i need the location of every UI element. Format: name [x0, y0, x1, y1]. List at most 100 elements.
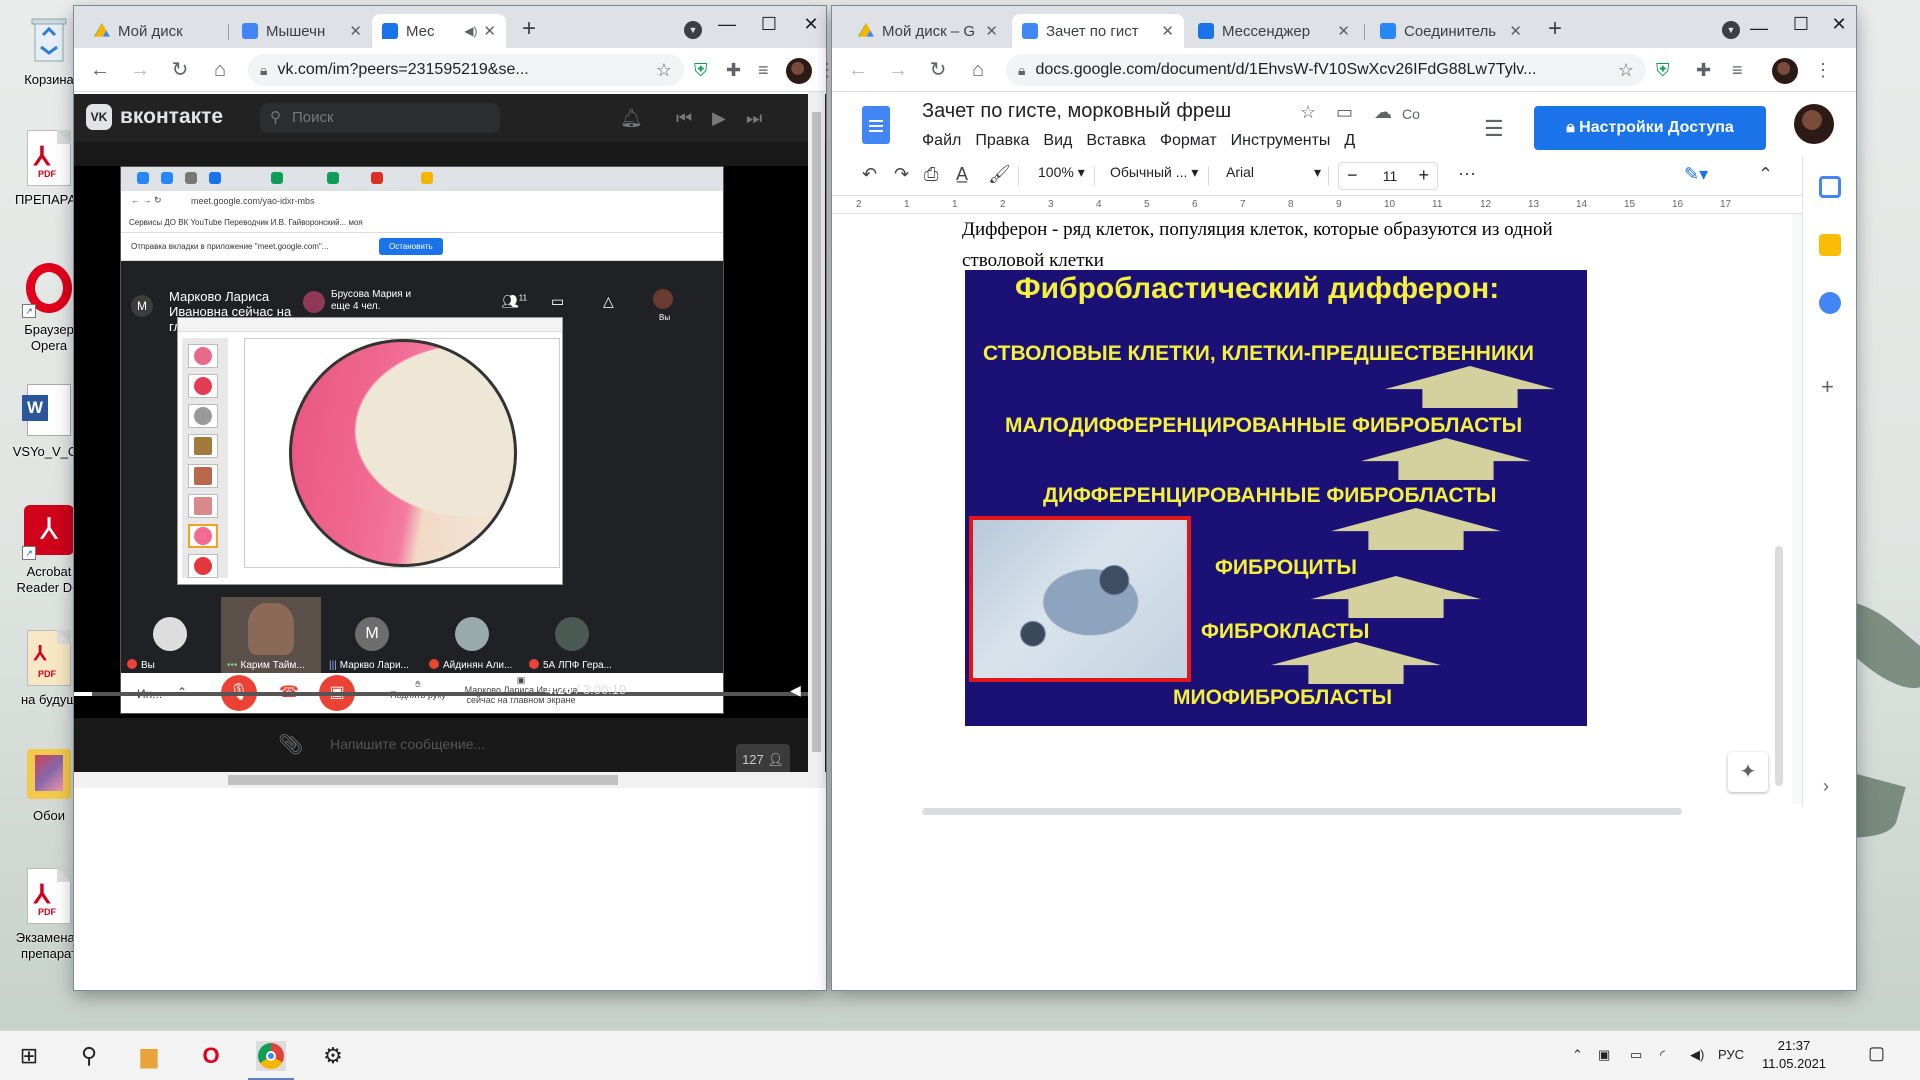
reload-icon[interactable]: ↻ — [926, 58, 950, 82]
search-icon[interactable]: ⚲ — [74, 1041, 104, 1071]
file-explorer-icon[interactable]: ▆ — [134, 1041, 164, 1071]
undo-icon[interactable]: ↶ — [862, 164, 877, 185]
tab-my-drive[interactable]: Мой диск – G ✕ — [848, 14, 1008, 48]
style-select[interactable]: Обычный ... ▾ — [1110, 164, 1198, 181]
document-title[interactable]: Зачет по гисте, морковный фреш — [922, 100, 1231, 123]
close-icon[interactable]: ✕ — [985, 22, 998, 40]
close-icon[interactable]: ✕ — [349, 22, 362, 40]
document-horizontal-scrollbar[interactable] — [922, 806, 1682, 816]
extensions-icon[interactable]: ✚ — [1696, 60, 1711, 81]
menu-insert[interactable]: Вставка — [1086, 132, 1145, 150]
media-control-icon[interactable]: ≡ — [758, 60, 769, 81]
settings-gear-icon[interactable]: ⚙ — [318, 1041, 348, 1071]
close-icon[interactable]: ✕ — [483, 22, 496, 40]
notifications-bell-icon[interactable]: 🔔︎ — [620, 108, 643, 129]
forward-icon[interactable]: → — [128, 58, 152, 82]
close-window-icon[interactable]: ✕ — [788, 14, 834, 35]
tab-connective-tissue[interactable]: Соединитель ✕ — [1370, 14, 1532, 48]
share-button[interactable]: 🔒︎ Настройки Доступа — [1534, 106, 1766, 150]
close-window-icon[interactable]: ✕ — [1816, 14, 1862, 35]
adblock-shield-icon[interactable]: ⛨ — [694, 60, 708, 81]
tray-chevron-up-icon[interactable]: ⌃ — [1572, 1047, 1583, 1063]
document-vertical-scrollbar[interactable] — [1772, 246, 1784, 786]
horizontal-scrollbar[interactable] — [74, 772, 826, 788]
notifications-icon[interactable]: ▢ — [1868, 1043, 1885, 1064]
chrome-icon[interactable] — [248, 1041, 294, 1080]
profile-avatar[interactable] — [1772, 58, 1798, 84]
close-icon[interactable]: ✕ — [1509, 22, 1522, 40]
collapse-toolbar-icon[interactable]: ⌃ — [1758, 164, 1773, 185]
decrease-font-icon[interactable]: − — [1347, 165, 1358, 186]
speaker-icon[interactable]: ◀) — [464, 24, 477, 38]
address-bar[interactable]: 🔒︎ docs.google.com/document/d/1EhvsW-fV1… — [1006, 54, 1646, 86]
video-player[interactable]: ← → ↻ meet.google.com/yao-idxr-mbs Серви… — [74, 166, 808, 718]
print-icon[interactable]: ⎙ — [924, 164, 938, 185]
star-icon[interactable]: ☆ — [1300, 102, 1316, 123]
video-progress-bar[interactable] — [74, 692, 808, 696]
vk-search-input[interactable]: ⚲ Поиск — [260, 103, 500, 133]
message-input[interactable]: Напишите сообщение... — [330, 736, 485, 752]
account-avatar[interactable] — [1794, 104, 1834, 144]
font-size-stepper[interactable]: − 11 + — [1338, 162, 1438, 190]
menu-view[interactable]: Вид — [1043, 132, 1072, 150]
tab-my-drive[interactable]: Мой диск — [84, 14, 224, 48]
tasks-icon[interactable] — [1819, 292, 1841, 314]
tab-zachet-doc[interactable]: Зачет по гист ✕ — [1012, 14, 1184, 48]
tab-messenger[interactable]: Мес ◀) ✕ — [372, 14, 506, 48]
volume-icon[interactable]: ◀ — [790, 682, 801, 699]
calendar-icon[interactable] — [1819, 176, 1841, 198]
menu-format[interactable]: Формат — [1160, 132, 1217, 150]
windows-start-icon[interactable]: ⊞ — [14, 1041, 44, 1071]
wifi-icon[interactable]: ◜ — [1660, 1047, 1665, 1063]
menu-file[interactable]: Файл — [922, 132, 961, 150]
comment-history-icon[interactable]: ☰ — [1484, 116, 1504, 142]
media-control-icon[interactable]: ≡ — [1732, 60, 1743, 81]
google-docs-logo-icon[interactable] — [862, 106, 890, 144]
menu-more[interactable]: Д — [1344, 132, 1355, 150]
move-folder-icon[interactable]: ▭ — [1336, 102, 1353, 123]
keep-icon[interactable] — [1819, 234, 1841, 256]
previous-track-icon[interactable]: ⏮︎ — [676, 108, 692, 129]
bookmark-star-icon[interactable]: ☆ — [656, 60, 672, 81]
opera-icon[interactable]: O — [196, 1041, 226, 1071]
cloud-status-icon[interactable]: ☁ — [1374, 102, 1392, 123]
zoom-select[interactable]: 100% ▾ — [1038, 164, 1085, 181]
minimize-icon[interactable]: — — [1736, 18, 1782, 39]
tab-muscle-doc[interactable]: Мышечн ✕ — [232, 14, 372, 48]
next-track-icon[interactable]: ⏭︎ — [746, 108, 762, 129]
browser-menu-icon[interactable]: ⋮ — [1814, 60, 1832, 81]
volume-icon[interactable]: ◀) — [1690, 1047, 1704, 1063]
extensions-icon[interactable]: ✚ — [726, 60, 741, 81]
vk-logo[interactable]: VK вконтакте — [86, 104, 223, 130]
home-icon[interactable]: ⌂ — [966, 58, 990, 82]
new-tab-icon[interactable]: + — [1548, 17, 1562, 41]
play-icon[interactable]: ▶ — [712, 108, 726, 129]
address-bar[interactable]: 🔒︎ vk.com/im?peers=231595219&se... ☆ — [248, 54, 684, 86]
tab-messenger[interactable]: Мессенджер ✕ — [1188, 14, 1360, 48]
battery-icon[interactable]: ▭ — [1630, 1047, 1642, 1063]
language-indicator[interactable]: РУС — [1718, 1047, 1744, 1062]
bookmark-star-icon[interactable]: ☆ — [1618, 60, 1634, 81]
profile-avatar[interactable] — [786, 58, 812, 84]
menu-edit[interactable]: Правка — [975, 132, 1029, 150]
chevron-right-icon[interactable]: › — [1823, 776, 1829, 797]
embedded-slide-image[interactable]: Фибробластический дифферон: СТВОЛОВЫЕ КЛ… — [965, 270, 1587, 726]
home-icon[interactable]: ⌂ — [208, 58, 232, 82]
forward-icon[interactable]: → — [886, 58, 910, 82]
reload-icon[interactable]: ↻ — [168, 58, 192, 82]
explore-button[interactable]: ✦ — [1728, 752, 1768, 792]
network-icon[interactable]: ▣ — [1598, 1047, 1610, 1063]
maximize-icon[interactable]: ☐ — [746, 14, 792, 35]
redo-icon[interactable]: ↷ — [894, 164, 909, 185]
adblock-shield-icon[interactable]: ⛨ — [1656, 60, 1670, 81]
editing-mode-icon[interactable]: ✎▾ — [1684, 164, 1708, 185]
back-icon[interactable]: ← — [88, 58, 112, 82]
add-addon-icon[interactable]: + — [1821, 374, 1834, 400]
tab-search-icon[interactable]: ▼ — [684, 21, 702, 39]
attach-paperclip-icon[interactable]: 📎︎ — [278, 732, 303, 757]
document-text[interactable]: Дифферон - ряд клеток, популяция клеток,… — [962, 214, 1562, 276]
more-tools-icon[interactable]: ⋯ — [1458, 164, 1476, 185]
menu-tools[interactable]: Инструменты — [1231, 132, 1331, 150]
minimize-icon[interactable]: — — [704, 14, 750, 35]
spellcheck-icon[interactable]: A̲ — [956, 164, 968, 185]
